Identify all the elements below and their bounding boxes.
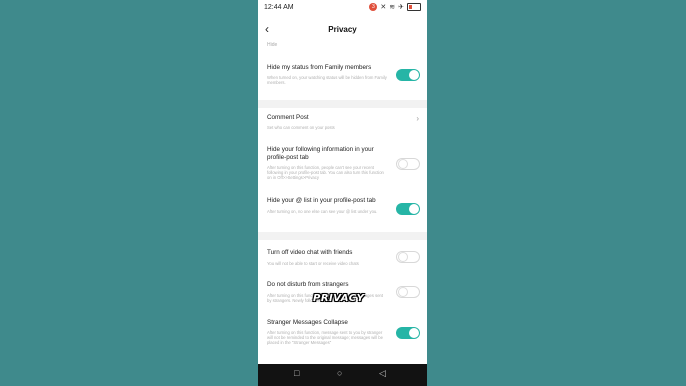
- truncated-section-label: Hide: [267, 42, 278, 48]
- status-bar: 12:44 AM 3 ✕ ≋ ✈: [258, 0, 427, 16]
- setting-description: When turned on, your watching status wil…: [267, 75, 387, 85]
- toggle-switch[interactable]: [396, 158, 420, 170]
- mute-icon: ✕: [380, 4, 387, 11]
- setting-comment-post[interactable]: Comment Post Set who can comment on your…: [258, 112, 427, 136]
- page-title: Privacy: [328, 25, 357, 34]
- setting-description: After turning on this function, message …: [267, 330, 383, 345]
- chevron-right-icon: ›: [416, 114, 419, 123]
- notification-badge: 3: [369, 3, 378, 11]
- circle-icon[interactable]: ○: [337, 368, 342, 378]
- toggle-switch[interactable]: [396, 286, 420, 298]
- airplane-icon: ✈: [398, 4, 404, 11]
- system-nav-bar: □ ○ ◁: [258, 364, 427, 386]
- setting-description: After turning on this function, people c…: [267, 165, 384, 180]
- status-time: 12:44 AM: [264, 4, 294, 11]
- section-divider: [258, 100, 427, 108]
- setting-label: Stranger Messages Collapse: [267, 319, 348, 326]
- setting-description: After turning on, no one else can see yo…: [267, 209, 378, 214]
- setting-hide-following-info[interactable]: Hide your following information in your …: [258, 145, 427, 190]
- setting-label: Turn off video chat with friends: [267, 249, 353, 256]
- setting-description: You will not be able to start or receive…: [267, 261, 359, 266]
- setting-label: Do not disturb from strangers: [267, 281, 349, 288]
- wifi-icon: ≋: [389, 4, 396, 11]
- top-nav: ‹ Privacy: [258, 18, 427, 40]
- toggle-switch[interactable]: [396, 251, 420, 263]
- toggle-switch[interactable]: [396, 69, 420, 81]
- setting-label: Hide my status from Family members: [267, 64, 372, 71]
- section-divider: [258, 232, 427, 240]
- square-icon[interactable]: □: [294, 368, 299, 378]
- status-icons: 3 ✕ ≋ ✈: [369, 3, 421, 11]
- setting-label: Comment Post: [267, 114, 309, 121]
- setting-video-chat-off[interactable]: Turn off video chat with friends You wil…: [258, 248, 427, 272]
- battery-icon: [407, 3, 421, 11]
- toggle-switch[interactable]: [396, 327, 420, 339]
- toggle-switch[interactable]: [396, 203, 420, 215]
- setting-label: Hide your following information in your …: [267, 146, 374, 161]
- video-caption-overlay: PRIVACY: [313, 293, 365, 304]
- phone-screen: 12:44 AM 3 ✕ ≋ ✈ ‹ Privacy Hide Hide my …: [258, 0, 427, 386]
- setting-description: Set who can comment on your posts: [267, 125, 335, 130]
- setting-label: Hide your @ list in your profile-post ta…: [267, 197, 376, 204]
- setting-hide-at-list[interactable]: Hide your @ list in your profile-post ta…: [258, 196, 427, 226]
- triangle-back-icon[interactable]: ◁: [379, 368, 386, 379]
- setting-stranger-collapse[interactable]: Stranger Messages Collapse After turning…: [258, 318, 427, 362]
- setting-hide-status-family[interactable]: Hide my status from Family members When …: [258, 62, 427, 96]
